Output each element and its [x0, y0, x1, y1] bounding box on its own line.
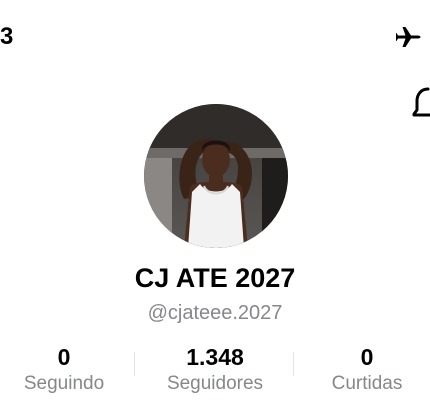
avatar-image [144, 104, 288, 248]
followers-count: 1.348 [186, 344, 244, 370]
followers-label: Seguidores [166, 373, 264, 394]
likes-label: Curtidas [331, 373, 403, 394]
airplane-icon [396, 27, 421, 47]
likes-stat[interactable]: 0 Curtidas [312, 343, 422, 397]
following-stat[interactable]: 0 Seguindo [8, 343, 120, 397]
status-bar-time: 3 [0, 23, 14, 50]
followers-stat[interactable]: 1.348 Seguidores [148, 343, 282, 397]
stat-divider [293, 352, 294, 376]
bell-icon[interactable] [412, 86, 430, 122]
profile-screen: 3 CJ ATE 2027 @cjateee.2027 0 Seguindo 1… [0, 0, 430, 408]
following-label: Seguindo [23, 373, 105, 394]
following-count: 0 [57, 344, 71, 370]
likes-count: 0 [360, 344, 374, 370]
username: @cjateee.2027 [147, 302, 283, 324]
stat-divider [134, 352, 135, 376]
display-name: CJ ATE 2027 [134, 263, 296, 293]
avatar[interactable] [144, 104, 288, 248]
